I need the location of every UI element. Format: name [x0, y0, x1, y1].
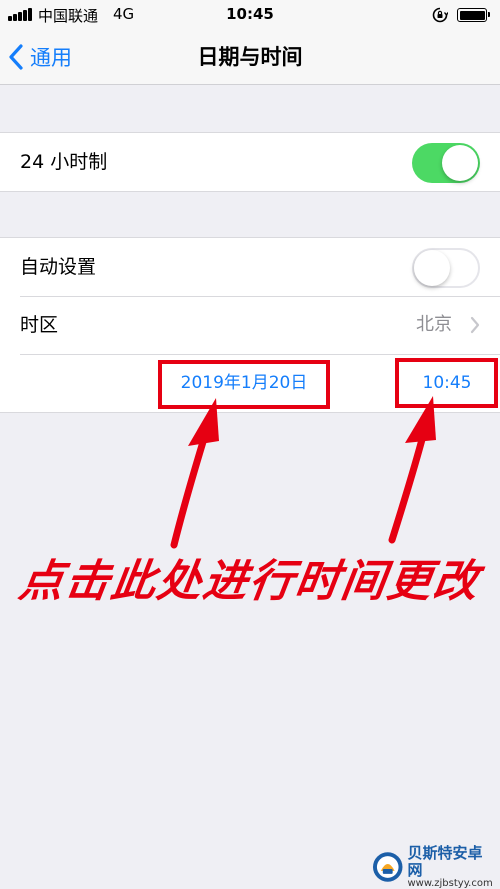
page-title: 日期与时间: [197, 45, 303, 69]
settings-group-format: 24 小时制: [0, 132, 500, 192]
battery-icon: [457, 8, 490, 22]
auto-set-toggle[interactable]: [412, 248, 480, 288]
hour24-toggle[interactable]: [412, 143, 480, 183]
watermark-name: 贝斯特安卓网: [407, 844, 483, 879]
auto-set-label: 自动设置: [20, 256, 97, 278]
auto-set-row: 自动设置: [0, 238, 500, 296]
watermark-url: www.zjbstyy.com: [407, 878, 493, 889]
date-highlight-box: [158, 360, 330, 409]
toggle-knob: [414, 250, 450, 286]
hour24-row: 24 小时制: [0, 133, 500, 191]
navigation-bar: 通用 日期与时间: [0, 30, 500, 85]
arrow-to-date-icon: [170, 398, 219, 549]
watermark-logo-icon: [372, 852, 403, 882]
toggle-knob: [442, 145, 478, 181]
timezone-label: 时区: [20, 314, 59, 336]
watermark: 贝斯特安卓网 www.zjbstyy.com: [372, 845, 496, 889]
annotation-caption: 点击此处进行时间更改: [15, 556, 483, 607]
status-clock: 10:45: [226, 5, 274, 23]
timezone-value: 北京: [416, 314, 452, 335]
timezone-row[interactable]: 时区 北京: [0, 296, 500, 354]
time-highlight-box: [395, 358, 498, 408]
hour24-label: 24 小时制: [20, 151, 108, 173]
orientation-lock-icon: [432, 7, 448, 23]
arrow-to-time-icon: [388, 396, 436, 544]
chevron-left-icon: [9, 44, 23, 70]
chevron-right-icon: [470, 316, 480, 334]
watermark-text: 贝斯特安卓网 www.zjbstyy.com: [407, 845, 496, 889]
back-button[interactable]: 通用: [8, 30, 72, 84]
status-bar: 中国联通 4G 10:45: [0, 0, 500, 30]
back-label: 通用: [30, 46, 72, 70]
